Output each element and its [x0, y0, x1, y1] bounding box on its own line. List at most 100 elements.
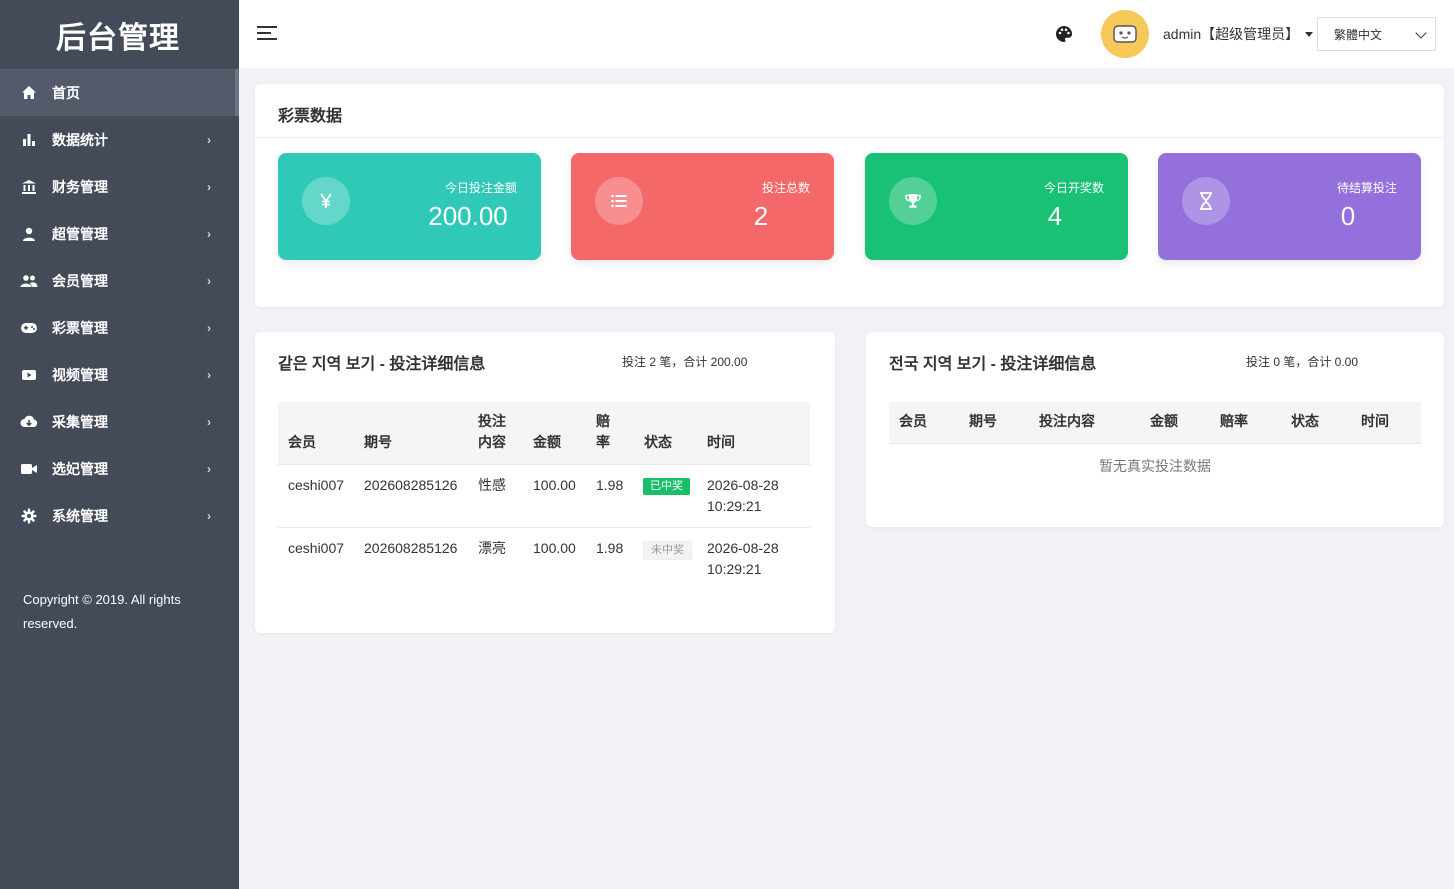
sidebar-item-finance[interactable]: 财务管理 › [0, 163, 239, 210]
cell-member: ceshi007 [288, 477, 345, 493]
column-header: 投注内容 [1039, 413, 1095, 429]
user-menu[interactable]: admin【超级管理员】 [1163, 24, 1314, 44]
chevron-right-icon: › [207, 414, 211, 429]
stat-value: 0 [1340, 201, 1356, 231]
sidebar-item-members[interactable]: 会员管理 › [0, 257, 239, 304]
chevron-right-icon: › [207, 320, 211, 335]
gamepad-icon [20, 319, 38, 337]
panel-title: 彩票数据 [278, 108, 343, 125]
stat-card-today-draws: 今日开奖数 4 [865, 153, 1128, 260]
cell-date: 2026-08-28 [707, 540, 779, 556]
stat-card-total-bets: 投注总数 2 [571, 153, 834, 260]
sidebar-item-home[interactable]: 首页 [0, 69, 239, 116]
sidebar-item-admins[interactable]: 超管管理 › [0, 210, 239, 257]
stat-value: 2 [753, 201, 769, 231]
chevron-right-icon: › [207, 132, 211, 147]
palette-icon[interactable] [1055, 25, 1073, 43]
column-header: 状态 [644, 434, 672, 450]
column-header: 期号 [969, 413, 997, 429]
sidebar-item-select[interactable]: 选妃管理 › [0, 445, 239, 492]
cell-amount: 100.00 [533, 477, 576, 493]
status-badge: 未中奖 [643, 541, 692, 560]
home-icon [20, 84, 38, 102]
chevron-right-icon: › [207, 367, 211, 382]
national-bets-card: 전국 지역 보기 - 投注详细信息 投注 0 笔，合计 0.00 会员 期号 投… [866, 332, 1444, 527]
column-header: 状态 [1291, 413, 1319, 429]
menu-toggle-icon[interactable] [257, 26, 277, 42]
caret-down-icon [1305, 31, 1314, 37]
card-title: 전국 지역 보기 - 投注详细信息 [889, 356, 1097, 373]
hourglass-icon [1182, 177, 1230, 225]
column-header: 金额 [533, 434, 561, 450]
stat-value: 4 [1047, 201, 1063, 231]
column-header: 会员 [288, 434, 316, 450]
bets-summary: 投注 2 笔，合计 200.00 [622, 355, 748, 369]
cell-odds: 1.98 [596, 540, 624, 556]
cell-content: 漂亮 [478, 540, 506, 556]
sidebar-item-collect[interactable]: 采集管理 › [0, 398, 239, 445]
status-badge: 已中奖 [643, 478, 690, 495]
cell-member: ceshi007 [288, 540, 345, 556]
bank-icon [20, 178, 38, 196]
empty-state: 暂无真实投注数据 [1099, 458, 1211, 474]
user-icon [20, 225, 38, 243]
column-header: 时间 [1361, 413, 1389, 429]
column-header: 投注内容 [478, 413, 506, 450]
avatar[interactable] [1101, 10, 1149, 58]
cell-amount: 100.00 [533, 540, 576, 556]
language-select[interactable]: 繁體中文 [1317, 17, 1436, 51]
stat-label: 待结算投注 [1336, 181, 1397, 195]
divider [255, 137, 1444, 138]
chevron-down-icon [1415, 27, 1427, 39]
lottery-stats-panel: 彩票数据 今日投注金额 200.00 投注总数 2 今日开奖数 4 待结算投注 … [255, 84, 1444, 307]
cell-time: 10:29:21 [707, 498, 762, 514]
column-header: 赔率 [1220, 413, 1248, 429]
brand-title: 后台管理 [56, 21, 180, 55]
top-header: admin【超级管理员】 繁體中文 [239, 0, 1454, 68]
sidebar: 后台管理 首页 数据统计 › 财务管理 › 超管管理 › 会员管理 › 彩票管理… [0, 0, 239, 889]
sidebar-item-system[interactable]: 系统管理 › [0, 492, 239, 539]
list-icon [595, 177, 643, 225]
bets-summary: 投注 0 笔，合计 0.00 [1246, 355, 1359, 369]
sidebar-menu: 首页 数据统计 › 财务管理 › 超管管理 › 会员管理 › 彩票管理 › 视频… [0, 69, 239, 539]
cell-date: 2026-08-28 [707, 477, 779, 493]
local-bets-card: 같은 지역 보기 - 投注详细信息 投注 2 笔，合计 200.00 会员 期号… [255, 332, 835, 633]
stat-label: 今日投注金额 [444, 181, 517, 195]
sidebar-item-label: 首页 [52, 84, 80, 101]
stat-label: 今日开奖数 [1043, 181, 1104, 195]
user-name: admin【超级管理员】 [1163, 26, 1300, 42]
card-title: 같은 지역 보기 - 投注详细信息 [278, 356, 486, 373]
column-header: 时间 [707, 434, 735, 450]
stat-card-pending-bets: 待结算投注 0 [1158, 153, 1421, 260]
chevron-right-icon: › [207, 508, 211, 523]
bar-chart-icon [20, 131, 38, 149]
chevron-right-icon: › [207, 226, 211, 241]
cell-period: 202608285126 [364, 477, 458, 493]
cell-period: 202608285126 [364, 540, 458, 556]
copyright-text: Copyright © 2019. All rights reserved. [23, 592, 181, 631]
gear-icon [20, 507, 38, 525]
column-header: 期号 [364, 434, 392, 450]
camera-icon [20, 460, 38, 478]
sidebar-item-statistics[interactable]: 数据统计 › [0, 116, 239, 163]
column-header: 会员 [899, 413, 927, 429]
stat-label: 投注总数 [761, 181, 810, 195]
stat-card-today-amount: 今日投注金额 200.00 [278, 153, 541, 260]
column-header: 赔率 [596, 413, 610, 450]
yen-icon [302, 177, 350, 225]
cell-odds: 1.98 [596, 477, 624, 493]
column-header: 金额 [1150, 413, 1178, 429]
trophy-icon [889, 177, 937, 225]
cloud-download-icon [20, 413, 38, 431]
video-icon [20, 366, 38, 384]
chevron-right-icon: › [207, 273, 211, 288]
sidebar-item-video[interactable]: 视频管理 › [0, 351, 239, 398]
chevron-right-icon: › [207, 179, 211, 194]
sidebar-item-lottery[interactable]: 彩票管理 › [0, 304, 239, 351]
users-icon [20, 272, 38, 290]
chevron-right-icon: › [207, 461, 211, 476]
cell-content: 性感 [478, 477, 506, 493]
stat-value: 200.00 [428, 201, 508, 231]
cell-time: 10:29:21 [707, 561, 762, 577]
language-value: 繁體中文 [1334, 27, 1383, 42]
